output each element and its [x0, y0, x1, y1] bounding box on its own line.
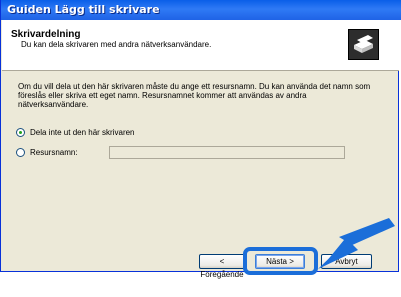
wizard-header: Skrivardelning Du kan dela skrivaren med…	[2, 20, 399, 71]
header-title: Skrivardelning	[11, 29, 81, 40]
window-title: Guiden Lägg till skrivare	[1, 0, 401, 20]
printer-icon	[348, 29, 379, 60]
radio-share-label: Resursnamn:	[30, 148, 78, 157]
radio-no-share-button[interactable]	[16, 128, 25, 137]
radio-no-share-label: Dela inte ut den här skrivaren	[30, 128, 135, 137]
pointer-arrow-icon	[318, 218, 395, 269]
radio-no-share[interactable]: Dela inte ut den här skrivaren	[16, 128, 135, 137]
next-button-highlight	[243, 247, 318, 275]
radio-share-button[interactable]	[16, 148, 25, 157]
share-name-input[interactable]	[109, 146, 345, 159]
back-button[interactable]: < Föregående	[199, 254, 245, 279]
description-text: Om du vill dela ut den här skrivaren mås…	[18, 82, 371, 109]
header-subtitle: Du kan dela skrivaren med andra nätverks…	[21, 40, 212, 49]
radio-share[interactable]: Resursnamn:	[16, 148, 78, 157]
